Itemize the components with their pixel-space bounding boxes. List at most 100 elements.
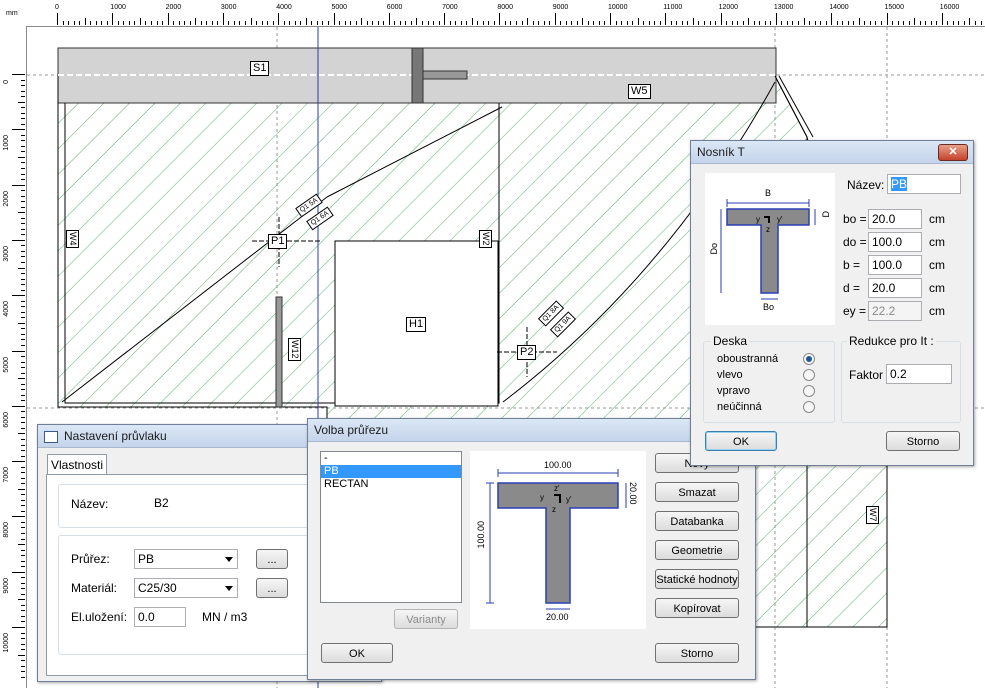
ruler-minor-tick bbox=[958, 21, 960, 25]
ruler-minor-tick bbox=[21, 372, 25, 374]
ruler-minor-tick bbox=[289, 21, 291, 25]
field-input[interactable]: 20.0 bbox=[868, 278, 922, 298]
eluloz-input[interactable]: 0.0 bbox=[134, 607, 186, 627]
ruler-tick-mark bbox=[12, 184, 25, 186]
eluloz-label: El.uložení: bbox=[71, 610, 128, 624]
label-w5[interactable]: W5 bbox=[628, 84, 651, 99]
ruler-tick-label: 12000 bbox=[718, 4, 739, 11]
ruler-minor-tick bbox=[405, 21, 407, 25]
prurez-label: Průřez: bbox=[71, 552, 110, 566]
prurez-select-value: PB bbox=[138, 552, 155, 566]
ruler-minor-tick bbox=[21, 582, 25, 584]
preview-web: 20.00 bbox=[546, 612, 569, 622]
ruler-tick-mark bbox=[278, 13, 280, 25]
column bbox=[411, 47, 424, 104]
label-w2[interactable]: W2 bbox=[479, 230, 492, 248]
ruler-minor-tick bbox=[21, 278, 25, 280]
field-input[interactable]: 100.0 bbox=[868, 255, 922, 275]
staticke-hodnoty-button[interactable]: Statické hodnoty bbox=[655, 569, 739, 589]
ruler-minor-tick bbox=[151, 21, 152, 25]
ruler-minor-tick bbox=[256, 21, 258, 25]
ruler-tick-mark bbox=[444, 13, 446, 25]
left-ruler: 0 1000 2000 3000 4000 5000 6000 7000 8000 9000 100… bbox=[0, 26, 27, 688]
ruler-minor-tick bbox=[21, 344, 25, 346]
field-unit: cm bbox=[929, 212, 945, 226]
top-ruler: mm 0 1000 2000 3000 4000 5000 6000 7000 8000 9000… bbox=[0, 0, 985, 27]
faktor-input[interactable]: 0.2 bbox=[886, 364, 952, 384]
volba-title-bar[interactable]: Volba průřezu bbox=[308, 419, 755, 442]
label-p1[interactable]: P1 bbox=[268, 234, 288, 249]
nazev-value[interactable]: B2 bbox=[154, 495, 169, 511]
ruler-tick-label: 8000 bbox=[3, 522, 10, 538]
section-list[interactable]: - PB RECTAN bbox=[320, 451, 462, 603]
ruler-minor-tick bbox=[21, 643, 25, 645]
ruler-minor-tick bbox=[21, 671, 25, 673]
label-w12[interactable]: W12 bbox=[288, 338, 301, 361]
section-list-item[interactable]: - bbox=[321, 452, 461, 465]
varianty-button[interactable]: Varianty bbox=[394, 609, 458, 629]
deska-option-radio[interactable] bbox=[803, 353, 815, 365]
nosnik-title-bar[interactable]: Nosník T bbox=[691, 141, 973, 164]
nosnik-ok-button[interactable]: OK bbox=[705, 431, 777, 451]
geometrie-button[interactable]: Geometrie bbox=[655, 540, 739, 560]
ruler-minor-tick bbox=[626, 21, 628, 25]
diagram-y: y bbox=[756, 215, 760, 224]
ruler-tick-label: 0 bbox=[3, 80, 10, 84]
ruler-minor-tick bbox=[565, 21, 567, 25]
ruler-minor-tick bbox=[842, 21, 844, 25]
ruler-tick-label: 1000 bbox=[3, 135, 10, 151]
ruler-minor-tick bbox=[21, 416, 25, 418]
deska-option-radio[interactable] bbox=[803, 385, 815, 397]
volba-ok-button[interactable]: OK bbox=[321, 643, 393, 663]
ruler-minor-tick bbox=[21, 494, 25, 496]
ruler-tick-label: 2000 bbox=[3, 190, 10, 207]
ruler-minor-tick bbox=[18, 544, 25, 546]
deska-option-radio[interactable] bbox=[803, 369, 815, 381]
ruler-minor-tick bbox=[21, 256, 25, 258]
label-w4[interactable]: W4 bbox=[66, 230, 79, 248]
ruler-tick-label: 4000 bbox=[3, 301, 10, 317]
prurez-browse-button[interactable]: ... bbox=[256, 549, 288, 569]
field-input[interactable]: 20.0 bbox=[868, 209, 922, 229]
ruler-minor-tick bbox=[416, 18, 418, 25]
ruler-tick-mark bbox=[12, 350, 25, 352]
preview-z2: z' bbox=[554, 484, 560, 493]
ruler-minor-tick bbox=[18, 101, 25, 103]
ruler-minor-tick bbox=[305, 18, 307, 25]
ruler-minor-tick bbox=[21, 250, 25, 252]
ruler-minor-tick bbox=[322, 21, 324, 25]
nosnik-storno-button[interactable]: Storno bbox=[886, 431, 960, 451]
label-p2[interactable]: P2 bbox=[517, 345, 537, 360]
label-s1[interactable]: S1 bbox=[250, 61, 270, 76]
deska-option-radio[interactable] bbox=[803, 401, 815, 413]
ruler-minor-tick bbox=[21, 466, 25, 468]
field-input[interactable]: 100.0 bbox=[868, 232, 922, 252]
ruler-minor-tick bbox=[21, 145, 25, 147]
ruler-minor-tick bbox=[21, 123, 25, 125]
ruler-minor-tick bbox=[21, 190, 25, 192]
material-select[interactable]: C25/30 bbox=[134, 578, 238, 598]
label-w7[interactable]: W7 bbox=[866, 506, 879, 524]
ruler-minor-tick bbox=[21, 118, 25, 120]
field-unit: cm bbox=[929, 235, 945, 249]
label-h1[interactable]: H1 bbox=[406, 317, 427, 332]
section-list-item[interactable]: RECTAN bbox=[321, 478, 461, 491]
ruler-minor-tick bbox=[21, 361, 25, 363]
prurez-select[interactable]: PB bbox=[134, 549, 238, 569]
close-icon[interactable]: ✕ bbox=[938, 144, 968, 161]
ruler-tick-mark bbox=[12, 295, 25, 297]
tab-vlastnosti[interactable]: Vlastnosti bbox=[47, 454, 107, 475]
section-list-item[interactable]: PB bbox=[321, 465, 461, 478]
ruler-minor-tick bbox=[903, 21, 905, 25]
ruler-minor-tick bbox=[21, 195, 25, 197]
volba-storno-button[interactable]: Storno bbox=[655, 643, 739, 663]
ruler-minor-tick bbox=[726, 21, 728, 25]
nosnik-nazev-input[interactable]: PB bbox=[887, 174, 961, 194]
kopirovat-button[interactable]: Kopírovat bbox=[655, 598, 739, 618]
material-browse-button[interactable]: ... bbox=[256, 578, 288, 598]
databanka-button[interactable]: Databanka bbox=[655, 511, 739, 531]
ruler-minor-tick bbox=[84, 18, 86, 25]
ruler-minor-tick bbox=[21, 234, 25, 236]
deska-option-label: vpravo bbox=[717, 385, 751, 397]
smazat-button[interactable]: Smazat bbox=[655, 482, 739, 502]
